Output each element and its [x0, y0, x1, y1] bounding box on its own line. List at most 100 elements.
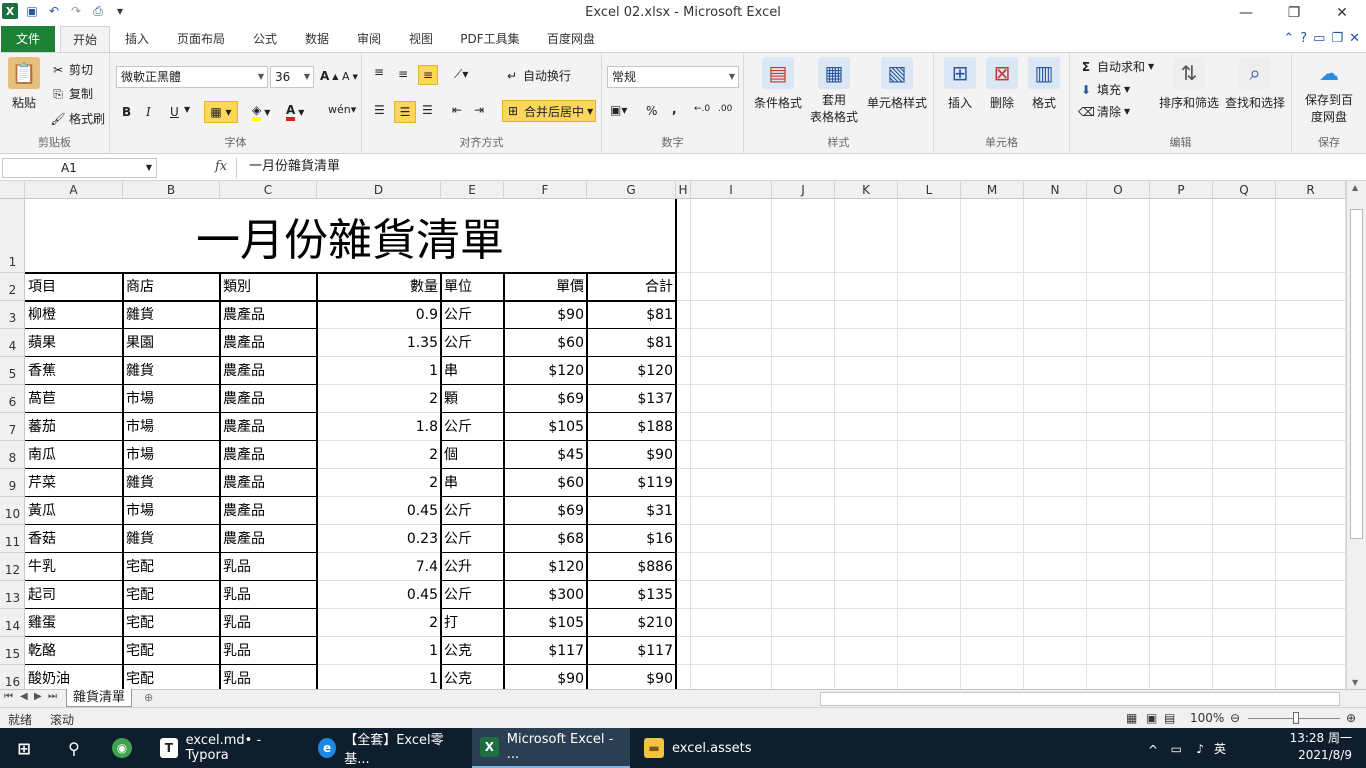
row-header-9[interactable]: 9	[0, 469, 25, 497]
doc-close-icon[interactable]: ✕	[1349, 31, 1360, 46]
column-header-c[interactable]: C	[220, 181, 317, 199]
table-cell[interactable]: 0.45	[317, 497, 441, 525]
font-size-combo[interactable]: 36 ▼	[270, 66, 314, 88]
start-button[interactable]: ⊞	[6, 728, 42, 768]
restore-icon[interactable]: ❐	[1270, 0, 1318, 26]
header-cell[interactable]: 數量	[317, 273, 441, 301]
header-cell[interactable]: 單位	[441, 273, 504, 301]
table-cell[interactable]: $60	[504, 469, 587, 497]
zoom-slider-knob[interactable]	[1293, 712, 1299, 724]
conditional-format-button[interactable]: ▤ 条件格式	[748, 57, 808, 111]
header-cell[interactable]: 合計	[587, 273, 676, 301]
phonetic-icon[interactable]: wén▾	[328, 103, 356, 116]
table-cell[interactable]: $16	[587, 525, 676, 553]
chevron-down-icon[interactable]: ▼	[184, 105, 190, 114]
paste-button[interactable]: 📋 粘贴	[6, 57, 42, 111]
table-cell[interactable]: 串	[441, 357, 504, 385]
table-cell[interactable]: $105	[504, 609, 587, 637]
tab-review[interactable]: 审阅	[348, 26, 390, 52]
table-cell[interactable]: $117	[587, 637, 676, 665]
find-select-button[interactable]: ⌕ 查找和选择	[1222, 57, 1288, 111]
tab-data[interactable]: 数据	[296, 26, 338, 52]
table-cell[interactable]: $69	[504, 385, 587, 413]
table-cell[interactable]: $137	[587, 385, 676, 413]
tab-formulas[interactable]: 公式	[244, 26, 286, 52]
table-cell[interactable]: 2	[317, 469, 441, 497]
underline-icon[interactable]: U	[170, 105, 179, 119]
zoom-out-icon[interactable]: ⊖	[1230, 711, 1240, 725]
fill-button[interactable]: ⬇ 填充 ▼	[1078, 81, 1130, 98]
table-cell[interactable]: 蘋果	[25, 329, 123, 357]
table-cell[interactable]: 蕃茄	[25, 413, 123, 441]
select-all-corner[interactable]	[0, 181, 25, 199]
tab-insert[interactable]: 插入	[116, 26, 158, 52]
delete-cells-button[interactable]: ⊠ 删除	[982, 57, 1022, 111]
table-cell[interactable]: $60	[504, 329, 587, 357]
table-cell[interactable]: $68	[504, 525, 587, 553]
table-cell[interactable]: 公斤	[441, 413, 504, 441]
italic-icon[interactable]: I	[146, 105, 151, 119]
taskbar-typora[interactable]: T excel.md• - Typora	[152, 728, 302, 768]
font-name-combo[interactable]: 微軟正黑體 ▼	[116, 66, 268, 88]
cell-styles-button[interactable]: ▧ 单元格样式	[864, 57, 930, 111]
table-cell[interactable]: 市場	[123, 413, 220, 441]
fill-color-icon[interactable]: ◈ ▼	[252, 103, 270, 121]
table-cell[interactable]: 乳品	[220, 553, 317, 581]
table-cell[interactable]: 宅配	[123, 581, 220, 609]
align-left-icon[interactable]: ☰	[374, 103, 385, 117]
copy-button[interactable]: ⎘ 复制	[50, 85, 93, 102]
column-header-k[interactable]: K	[835, 181, 898, 199]
row-header-4[interactable]: 4	[0, 329, 25, 357]
row-header-7[interactable]: 7	[0, 413, 25, 441]
formula-input[interactable]: 一月份雜貨清單	[236, 158, 1350, 178]
normal-view-icon[interactable]: ▦	[1126, 711, 1137, 725]
table-cell[interactable]: 農產品	[220, 413, 317, 441]
align-middle-icon[interactable]: ≡	[398, 67, 408, 81]
row-header-12[interactable]: 12	[0, 553, 25, 581]
table-cell[interactable]: $120	[587, 357, 676, 385]
wrap-text-button[interactable]: ↵ 自动换行	[504, 67, 571, 84]
close-icon[interactable]: ✕	[1318, 0, 1366, 26]
taskbar-folder[interactable]: ▬ excel.assets	[636, 728, 776, 768]
input-method[interactable]: 英	[1214, 741, 1226, 758]
column-header-i[interactable]: I	[691, 181, 772, 199]
table-cell[interactable]: 公斤	[441, 329, 504, 357]
table-cell[interactable]: 農產品	[220, 385, 317, 413]
help-icon[interactable]: ?	[1300, 31, 1307, 46]
bold-icon[interactable]: B	[122, 105, 131, 119]
table-cell[interactable]: 公斤	[441, 301, 504, 329]
table-cell[interactable]: 0.23	[317, 525, 441, 553]
table-cell[interactable]: 1.35	[317, 329, 441, 357]
table-cell[interactable]: 1	[317, 637, 441, 665]
table-cell[interactable]: $45	[504, 441, 587, 469]
vertical-scroll-thumb[interactable]	[1350, 209, 1363, 539]
app-green[interactable]: ◉	[104, 728, 140, 768]
table-cell[interactable]: 果園	[123, 329, 220, 357]
table-cell[interactable]: 宅配	[123, 609, 220, 637]
table-cell[interactable]: $105	[504, 413, 587, 441]
comma-icon[interactable]: ,	[672, 102, 677, 116]
table-cell[interactable]: 萵苣	[25, 385, 123, 413]
row-header-13[interactable]: 13	[0, 581, 25, 609]
column-header-n[interactable]: N	[1024, 181, 1087, 199]
currency-icon[interactable]: ▣▾	[610, 103, 627, 117]
table-cell[interactable]: 乳品	[220, 581, 317, 609]
first-sheet-icon[interactable]: ⏮	[4, 691, 13, 702]
header-cell[interactable]: 類別	[220, 273, 317, 301]
format-painter-button[interactable]: 🖌 格式刷	[50, 110, 105, 127]
number-format-combo[interactable]: 常规 ▼	[607, 66, 739, 88]
table-cell[interactable]: 1	[317, 665, 441, 689]
clear-button[interactable]: ⌫ 清除 ▼	[1078, 103, 1130, 120]
horizontal-scrollbar[interactable]	[820, 692, 1340, 706]
table-cell[interactable]: 農產品	[220, 497, 317, 525]
clock[interactable]: 13:28 周一 2021/8/9	[1242, 730, 1352, 764]
increase-indent-icon[interactable]: ⇥	[474, 103, 484, 117]
percent-icon[interactable]: %	[646, 104, 657, 118]
table-cell[interactable]: $119	[587, 469, 676, 497]
row-header-1[interactable]: 1	[0, 199, 25, 273]
table-cell[interactable]: 1.8	[317, 413, 441, 441]
font-color-icon[interactable]: A ▼	[286, 103, 304, 121]
table-cell[interactable]: 公斤	[441, 497, 504, 525]
table-cell[interactable]: 2	[317, 441, 441, 469]
table-cell[interactable]: 公克	[441, 665, 504, 689]
